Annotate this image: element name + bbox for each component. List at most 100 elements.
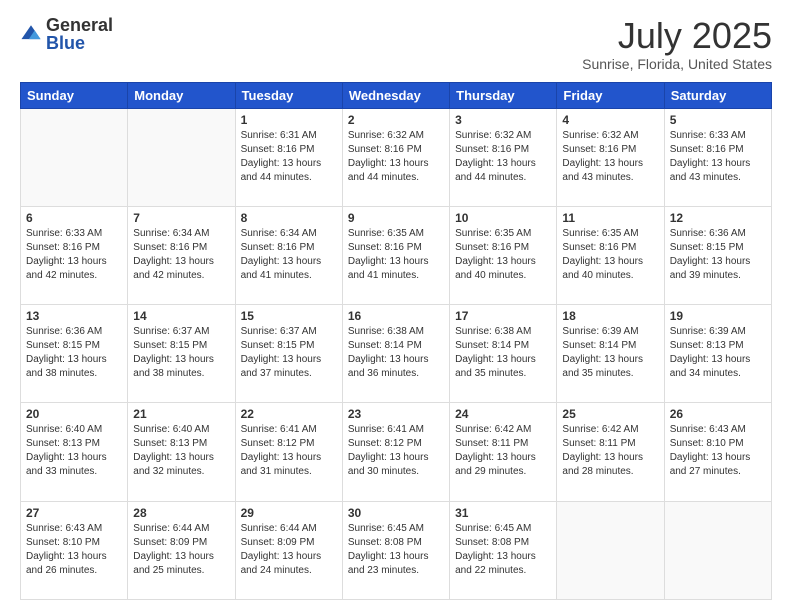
day-info: Sunrise: 6:41 AM Sunset: 8:12 PM Dayligh… [348, 423, 444, 479]
day-info: Sunrise: 6:45 AM Sunset: 8:08 PM Dayligh… [348, 522, 444, 578]
calendar-cell: 19 Sunrise: 6:39 AM Sunset: 8:13 PM Dayli… [664, 305, 771, 403]
day-number: 3 [455, 113, 551, 127]
day-number: 13 [26, 309, 122, 323]
day-number: 10 [455, 211, 551, 225]
calendar-cell: 16 Sunrise: 6:38 AM Sunset: 8:14 PM Dayli… [342, 305, 449, 403]
day-number: 28 [133, 506, 229, 520]
logo: General Blue [20, 16, 113, 52]
calendar-cell: 13 Sunrise: 6:36 AM Sunset: 8:15 PM Dayli… [21, 305, 128, 403]
calendar-cell: 2 Sunrise: 6:32 AM Sunset: 8:16 PM Daylig… [342, 108, 449, 206]
calendar-cell: 5Sunrise: 6:33 AM Sunset: 8:16 PM Daylig… [664, 108, 771, 206]
day-number: 11 [562, 211, 658, 225]
calendar-cell: 28 Sunrise: 6:44 AM Sunset: 8:09 PM Dayli… [128, 501, 235, 599]
day-number: 29 [241, 506, 337, 520]
day-number: 8 [241, 211, 337, 225]
day-number: 22 [241, 407, 337, 421]
day-info: Sunrise: 6:36 AM Sunset: 8:15 PM Dayligh… [26, 325, 122, 381]
day-info: Sunrise: 6:32 AM Sunset: 8:16 PM Dayligh… [348, 129, 444, 185]
calendar-header-row: SundayMondayTuesdayWednesdayThursdayFrid… [21, 82, 772, 108]
calendar-cell: 12Sunrise: 6:36 AM Sunset: 8:15 PM Dayli… [664, 206, 771, 304]
calendar-cell: 11 Sunrise: 6:35 AM Sunset: 8:16 PM Dayli… [557, 206, 664, 304]
day-info: Sunrise: 6:34 AM Sunset: 8:16 PM Dayligh… [133, 227, 229, 283]
day-header-tuesday: Tuesday [235, 82, 342, 108]
day-number: 25 [562, 407, 658, 421]
day-info: Sunrise: 6:31 AM Sunset: 8:16 PM Dayligh… [241, 129, 337, 185]
day-info: Sunrise: 6:35 AM Sunset: 8:16 PM Dayligh… [562, 227, 658, 283]
day-header-saturday: Saturday [664, 82, 771, 108]
calendar-cell: 3Sunrise: 6:32 AM Sunset: 8:16 PM Daylig… [450, 108, 557, 206]
day-info: Sunrise: 6:33 AM Sunset: 8:16 PM Dayligh… [26, 227, 122, 283]
calendar-cell: 23 Sunrise: 6:41 AM Sunset: 8:12 PM Dayli… [342, 403, 449, 501]
day-info: Sunrise: 6:35 AM Sunset: 8:16 PM Dayligh… [455, 227, 551, 283]
day-info: Sunrise: 6:37 AM Sunset: 8:15 PM Dayligh… [133, 325, 229, 381]
day-number: 20 [26, 407, 122, 421]
calendar-cell: 31 Sunrise: 6:45 AM Sunset: 8:08 PM Dayli… [450, 501, 557, 599]
calendar-cell: 4 Sunrise: 6:32 AM Sunset: 8:16 PM Daylig… [557, 108, 664, 206]
logo-icon [20, 23, 42, 45]
day-info: Sunrise: 6:43 AM Sunset: 8:10 PM Dayligh… [26, 522, 122, 578]
day-number: 30 [348, 506, 444, 520]
calendar-cell: 7 Sunrise: 6:34 AM Sunset: 8:16 PM Daylig… [128, 206, 235, 304]
day-info: Sunrise: 6:39 AM Sunset: 8:13 PM Dayligh… [670, 325, 766, 381]
day-info: Sunrise: 6:45 AM Sunset: 8:08 PM Dayligh… [455, 522, 551, 578]
day-header-friday: Friday [557, 82, 664, 108]
day-number: 14 [133, 309, 229, 323]
location: Sunrise, Florida, United States [582, 56, 772, 72]
day-number: 24 [455, 407, 551, 421]
calendar-cell [664, 501, 771, 599]
day-number: 26 [670, 407, 766, 421]
day-number: 31 [455, 506, 551, 520]
day-number: 2 [348, 113, 444, 127]
day-info: Sunrise: 6:42 AM Sunset: 8:11 PM Dayligh… [562, 423, 658, 479]
week-row-5: 27Sunrise: 6:43 AM Sunset: 8:10 PM Dayli… [21, 501, 772, 599]
calendar-cell: 30 Sunrise: 6:45 AM Sunset: 8:08 PM Dayli… [342, 501, 449, 599]
calendar-cell: 6 Sunrise: 6:33 AM Sunset: 8:16 PM Daylig… [21, 206, 128, 304]
day-info: Sunrise: 6:42 AM Sunset: 8:11 PM Dayligh… [455, 423, 551, 479]
day-header-sunday: Sunday [21, 82, 128, 108]
calendar-cell: 1 Sunrise: 6:31 AM Sunset: 8:16 PM Daylig… [235, 108, 342, 206]
calendar-cell: 18 Sunrise: 6:39 AM Sunset: 8:14 PM Dayli… [557, 305, 664, 403]
logo-blue-text: Blue [46, 34, 113, 52]
week-row-3: 13 Sunrise: 6:36 AM Sunset: 8:15 PM Dayli… [21, 305, 772, 403]
day-number: 12 [670, 211, 766, 225]
calendar-cell: 26 Sunrise: 6:43 AM Sunset: 8:10 PM Dayli… [664, 403, 771, 501]
calendar-cell: 15 Sunrise: 6:37 AM Sunset: 8:15 PM Dayli… [235, 305, 342, 403]
day-number: 19 [670, 309, 766, 323]
calendar-table: SundayMondayTuesdayWednesdayThursdayFrid… [20, 82, 772, 600]
day-info: Sunrise: 6:40 AM Sunset: 8:13 PM Dayligh… [26, 423, 122, 479]
calendar-cell [557, 501, 664, 599]
calendar-cell: 21Sunrise: 6:40 AM Sunset: 8:13 PM Dayli… [128, 403, 235, 501]
week-row-2: 6 Sunrise: 6:33 AM Sunset: 8:16 PM Daylig… [21, 206, 772, 304]
day-info: Sunrise: 6:37 AM Sunset: 8:15 PM Dayligh… [241, 325, 337, 381]
week-row-4: 20 Sunrise: 6:40 AM Sunset: 8:13 PM Dayli… [21, 403, 772, 501]
day-number: 6 [26, 211, 122, 225]
calendar-cell: 9Sunrise: 6:35 AM Sunset: 8:16 PM Daylig… [342, 206, 449, 304]
day-info: Sunrise: 6:43 AM Sunset: 8:10 PM Dayligh… [670, 423, 766, 479]
calendar-cell: 22 Sunrise: 6:41 AM Sunset: 8:12 PM Dayli… [235, 403, 342, 501]
day-number: 9 [348, 211, 444, 225]
day-info: Sunrise: 6:32 AM Sunset: 8:16 PM Dayligh… [562, 129, 658, 185]
day-number: 4 [562, 113, 658, 127]
calendar-cell: 24 Sunrise: 6:42 AM Sunset: 8:11 PM Dayli… [450, 403, 557, 501]
calendar-cell: 14 Sunrise: 6:37 AM Sunset: 8:15 PM Dayli… [128, 305, 235, 403]
day-number: 16 [348, 309, 444, 323]
calendar-cell: 8Sunrise: 6:34 AM Sunset: 8:16 PM Daylig… [235, 206, 342, 304]
day-number: 1 [241, 113, 337, 127]
day-info: Sunrise: 6:38 AM Sunset: 8:14 PM Dayligh… [455, 325, 551, 381]
day-info: Sunrise: 6:39 AM Sunset: 8:14 PM Dayligh… [562, 325, 658, 381]
day-number: 18 [562, 309, 658, 323]
day-info: Sunrise: 6:44 AM Sunset: 8:09 PM Dayligh… [241, 522, 337, 578]
calendar-cell [128, 108, 235, 206]
day-info: Sunrise: 6:40 AM Sunset: 8:13 PM Dayligh… [133, 423, 229, 479]
page: General Blue July 2025 Sunrise, Florida,… [0, 0, 792, 612]
day-info: Sunrise: 6:38 AM Sunset: 8:14 PM Dayligh… [348, 325, 444, 381]
day-info: Sunrise: 6:44 AM Sunset: 8:09 PM Dayligh… [133, 522, 229, 578]
day-header-wednesday: Wednesday [342, 82, 449, 108]
day-info: Sunrise: 6:41 AM Sunset: 8:12 PM Dayligh… [241, 423, 337, 479]
calendar-cell: 17Sunrise: 6:38 AM Sunset: 8:14 PM Dayli… [450, 305, 557, 403]
day-number: 23 [348, 407, 444, 421]
day-number: 7 [133, 211, 229, 225]
day-number: 15 [241, 309, 337, 323]
title-section: July 2025 Sunrise, Florida, United State… [582, 16, 772, 72]
calendar-cell: 27Sunrise: 6:43 AM Sunset: 8:10 PM Dayli… [21, 501, 128, 599]
